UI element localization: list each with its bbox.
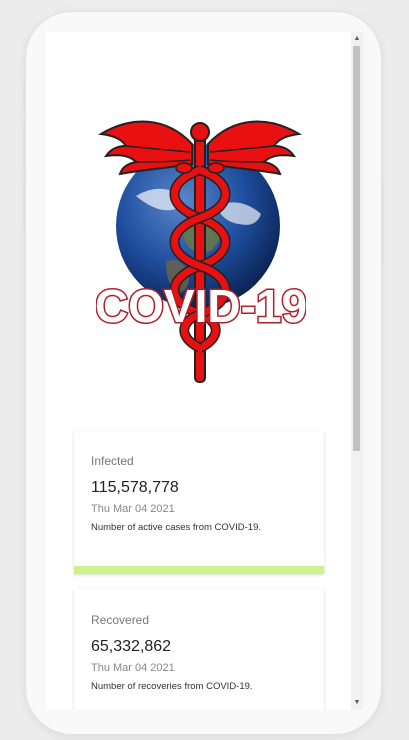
- logo-text: COVID-19: [96, 280, 306, 332]
- vertical-scrollbar[interactable]: ▲ ▼: [351, 32, 363, 710]
- recovered-card: Recovered 65,332,862 Thu Mar 04 2021 Num…: [74, 588, 324, 710]
- card-value: 65,332,862: [91, 638, 172, 655]
- phone-side-button: [23, 122, 26, 172]
- covid-19-caduceus-logo: COVID-19: [96, 120, 306, 383]
- phone-side-button: [23, 82, 26, 110]
- card-description: Number of recoveries from COVID-19.: [91, 681, 253, 692]
- scroll-content[interactable]: COVID-19 Infected 115,578,778 Thu Mar 04…: [46, 32, 351, 710]
- card-label: Recovered: [91, 613, 150, 627]
- card-description: Number of active cases from COVID-19.: [91, 522, 261, 533]
- scroll-thumb[interactable]: [353, 46, 360, 451]
- phone-side-button: [381, 182, 384, 262]
- staff-top-orb: [190, 122, 210, 142]
- card-date: Thu Mar 04 2021: [91, 503, 175, 515]
- card-accent-bar: [74, 566, 324, 574]
- app-screen: COVID-19 Infected 115,578,778 Thu Mar 04…: [46, 32, 363, 710]
- phone-side-button: [23, 180, 26, 230]
- snake-head: [207, 162, 225, 174]
- snake-head: [175, 162, 193, 174]
- card-date: Thu Mar 04 2021: [91, 662, 175, 674]
- card-value: 115,578,778: [91, 479, 179, 496]
- scroll-up-icon[interactable]: ▲: [351, 34, 363, 44]
- scroll-down-icon[interactable]: ▼: [351, 698, 363, 708]
- infected-card: Infected 115,578,778 Thu Mar 04 2021 Num…: [74, 431, 324, 574]
- card-label: Infected: [91, 454, 134, 468]
